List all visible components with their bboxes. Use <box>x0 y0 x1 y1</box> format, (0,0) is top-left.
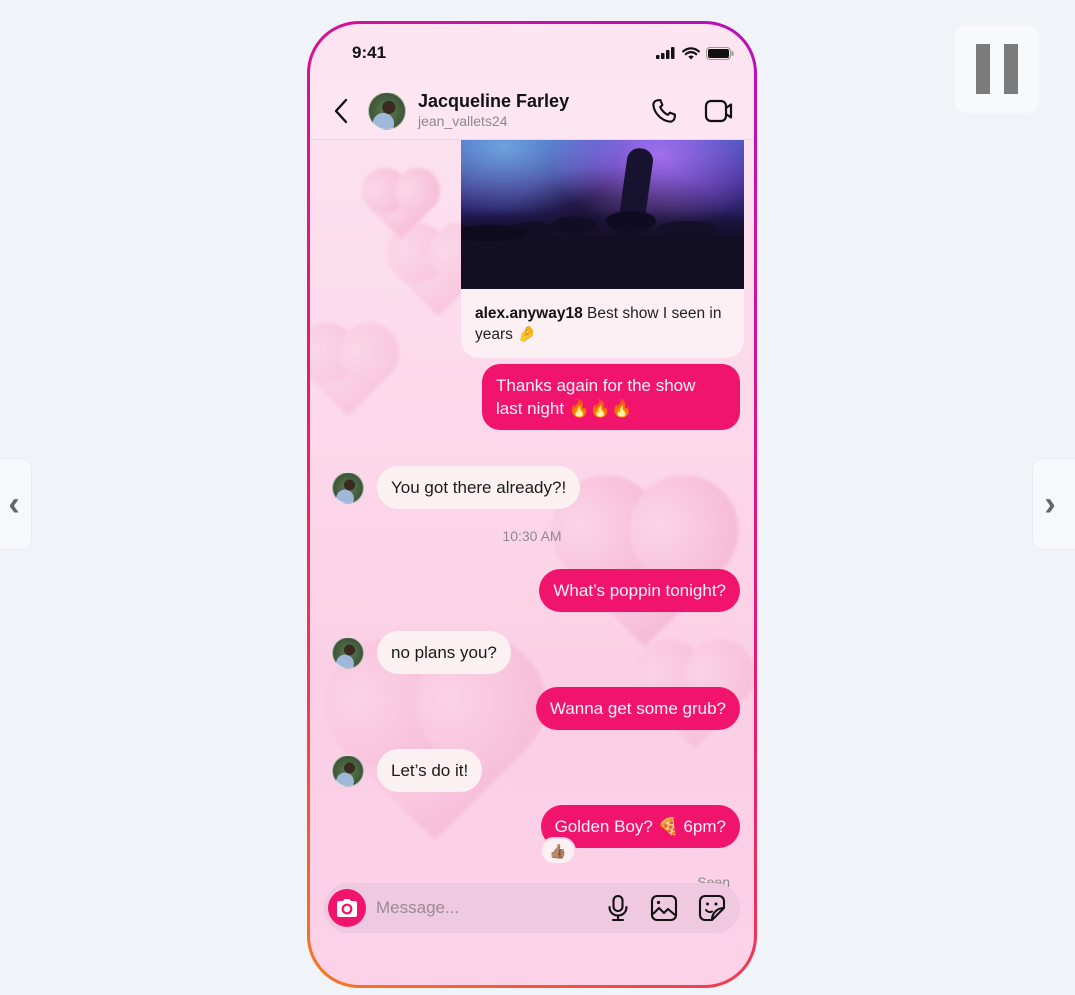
contact-avatar[interactable] <box>368 91 406 130</box>
battery-icon <box>706 46 734 60</box>
message-text: Let’s do it! <box>391 761 469 780</box>
shared-post[interactable]: alex.anyway18 Best show I seen in years … <box>461 140 744 358</box>
contact-avatar-small <box>332 472 364 504</box>
contact-avatar-small <box>332 637 364 669</box>
sticker-button[interactable] <box>698 894 726 922</box>
message-text: You got there already?! <box>391 478 567 497</box>
chevron-left-icon: ‹ <box>8 484 20 523</box>
header-actions <box>650 97 734 125</box>
message-text: Thanks again for the show last night 🔥🔥🔥 <box>496 376 696 418</box>
message-incoming[interactable]: You got there already?! <box>377 466 581 509</box>
phone-frame: 9:41 Jacqueline Farley jean_vallets24 al… <box>307 21 757 988</box>
message-text: Golden Boy? 🍕 6pm? <box>554 817 726 836</box>
contact-avatar-small <box>332 755 364 787</box>
next-button[interactable]: › <box>1033 459 1075 549</box>
camera-icon <box>337 899 357 917</box>
microphone-icon <box>608 894 628 922</box>
previous-button[interactable]: ‹ <box>0 459 31 549</box>
contact-name: Jacqueline Farley <box>418 91 570 111</box>
chat-header: Jacqueline Farley jean_vallets24 <box>310 82 754 140</box>
message-reaction[interactable]: 👍🏽 <box>540 837 576 865</box>
sticker-icon <box>698 894 726 922</box>
gallery-button[interactable] <box>650 894 678 922</box>
pause-button[interactable] <box>955 25 1039 113</box>
status-icons <box>656 46 734 60</box>
composer-actions <box>606 894 726 922</box>
message-text: Wanna get some grub? <box>549 699 726 718</box>
post-username[interactable]: alex.anyway18 <box>475 305 583 322</box>
back-button[interactable] <box>334 96 354 126</box>
video-camera-icon <box>704 99 733 122</box>
gallery-icon <box>650 894 678 922</box>
chevron-left-icon <box>334 98 348 123</box>
voice-message-button[interactable] <box>606 894 630 922</box>
chevron-right-icon: › <box>1044 484 1056 523</box>
message-outgoing[interactable]: Wanna get some grub? <box>535 687 740 730</box>
signal-icon <box>656 47 675 59</box>
message-text: no plans you? <box>391 643 497 662</box>
viewer-stage: ‹ › 9:41 Jacqueline Farley jean_vallets2… <box>0 0 1075 995</box>
crowd-silhouette <box>461 209 744 289</box>
status-bar: 9:41 <box>310 24 754 82</box>
phone-icon <box>652 98 677 123</box>
voice-call-button[interactable] <box>650 97 678 125</box>
post-caption: alex.anyway18 Best show I seen in years … <box>461 289 744 358</box>
video-call-button[interactable] <box>704 98 734 124</box>
status-time: 9:41 <box>352 43 387 62</box>
message-outgoing[interactable]: Thanks again for the show last night 🔥🔥🔥 <box>482 364 740 430</box>
contact-info[interactable]: Jacqueline Farley jean_vallets24 <box>418 91 650 130</box>
message-input[interactable] <box>376 898 606 918</box>
message-incoming[interactable]: no plans you? <box>377 631 511 674</box>
contact-handle: jean_vallets24 <box>418 113 508 129</box>
wifi-icon <box>682 46 700 59</box>
post-image[interactable] <box>461 140 744 289</box>
message-thread: alex.anyway18 Best show I seen in years … <box>310 140 754 985</box>
message-text: What’s poppin tonight? <box>553 581 726 600</box>
pause-icon <box>976 44 990 94</box>
camera-button[interactable] <box>328 889 366 927</box>
phone-screen: 9:41 Jacqueline Farley jean_vallets24 al… <box>310 24 754 985</box>
pause-icon-bar <box>1004 44 1018 94</box>
message-composer <box>324 883 740 933</box>
message-outgoing[interactable]: What’s poppin tonight? <box>539 569 740 612</box>
message-incoming[interactable]: Let’s do it! <box>377 749 483 792</box>
message-timestamp: 10:30 AM <box>502 528 562 544</box>
